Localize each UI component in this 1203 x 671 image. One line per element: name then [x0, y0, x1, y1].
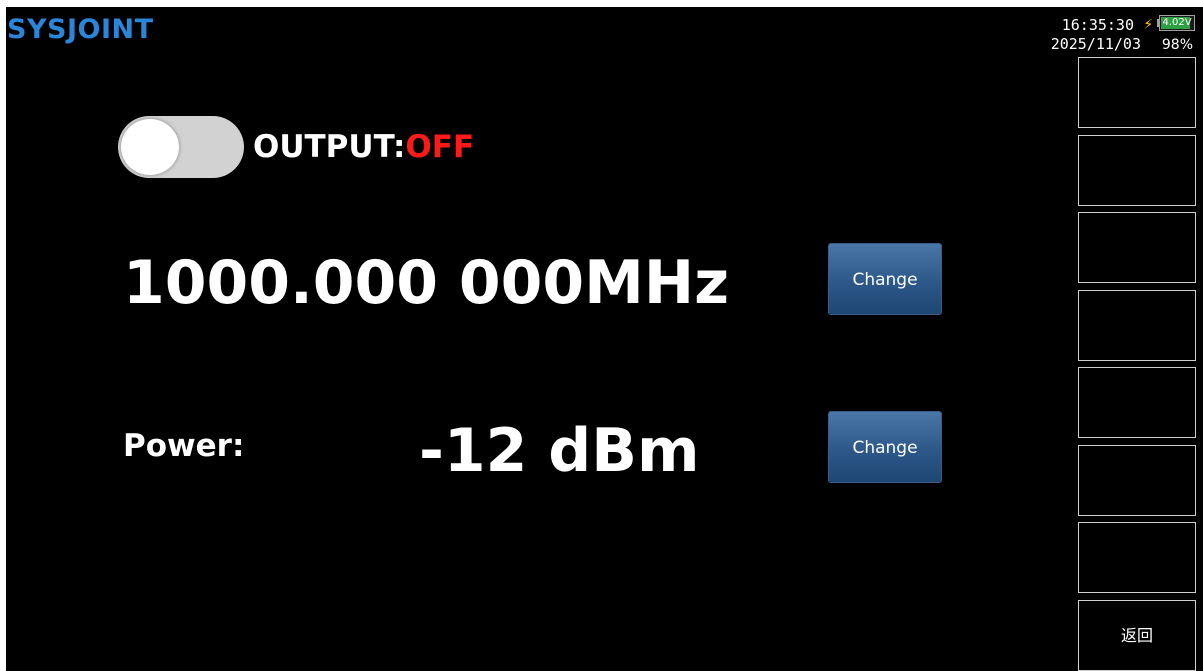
change-power-button[interactable]: Change	[828, 411, 942, 483]
softkey-5[interactable]	[1078, 367, 1196, 438]
back-button[interactable]: 返回	[1078, 600, 1196, 671]
brand-logo: SYSJOINT	[7, 15, 154, 45]
output-toggle[interactable]	[118, 116, 244, 178]
battery-voltage: 4.02V	[1162, 17, 1192, 28]
clock-date: 2025/11/03	[1050, 35, 1141, 53]
softkey-1[interactable]	[1078, 57, 1196, 128]
output-state: OFF	[405, 129, 475, 165]
lightning-bolt-icon: ⚡	[1143, 14, 1153, 33]
frequency-value: 1000.000 000MHz	[123, 248, 730, 318]
softkey-6[interactable]	[1078, 445, 1196, 516]
brand-text: SYSJOINT	[7, 14, 154, 45]
battery-icon: 4.02V	[1159, 15, 1195, 31]
instrument-screen: SYSJOINT 16:35:30 ⚡ 4.02V 2025/11/03 98%…	[6, 7, 1203, 671]
change-frequency-button[interactable]: Change	[828, 243, 942, 315]
output-label: OUTPUT:	[253, 129, 406, 165]
toggle-knob	[121, 119, 179, 175]
status-bar: 16:35:30 ⚡ 4.02V 2025/11/03 98%	[1027, 12, 1197, 54]
softkey-7[interactable]	[1078, 522, 1196, 593]
softkey-2[interactable]	[1078, 135, 1196, 206]
output-status: OUTPUT:OFF	[253, 129, 474, 165]
softkey-3[interactable]	[1078, 212, 1196, 283]
power-value: -12 dBm	[419, 416, 700, 486]
battery-percent: 98%	[1161, 37, 1193, 53]
softkey-4[interactable]	[1078, 290, 1196, 361]
clock-time: 16:35:30	[1061, 16, 1134, 34]
power-label: Power:	[123, 428, 245, 464]
